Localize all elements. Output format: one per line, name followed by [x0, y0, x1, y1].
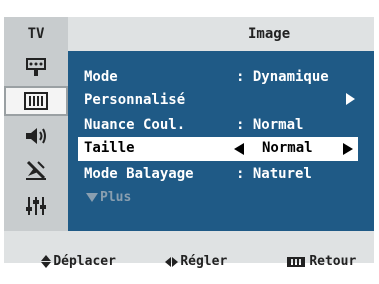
help-footer: Déplacer Régler Retour [4, 231, 374, 269]
antenna-icon [26, 160, 46, 180]
category-sidebar [4, 51, 68, 231]
input-icon [26, 58, 46, 76]
more-label: Plus [100, 190, 132, 205]
menu-item-tint[interactable]: Nuance Coul. : Normal [84, 114, 303, 136]
more-item-disabled: Plus [86, 190, 131, 205]
menu-item-custom[interactable]: Personnalisé [84, 89, 185, 111]
footer-move: Déplacer [10, 239, 116, 284]
down-arrow-icon [86, 193, 98, 202]
picture-icon [24, 92, 48, 110]
page-title: Image [248, 26, 291, 42]
menu-item-size-selected[interactable]: Taille Normal [78, 137, 358, 161]
menu-item-label: Personnalisé [84, 92, 186, 108]
footer-adjust-label: Régler [180, 254, 228, 269]
menu-item-scan-mode[interactable]: Mode Balayage : Naturel [84, 163, 312, 185]
submenu-arrow-icon [346, 93, 355, 105]
up-down-icon [41, 255, 52, 268]
sidebar-item-input[interactable] [4, 53, 68, 83]
source-text: TV [27, 26, 45, 42]
source-label: TV [4, 17, 68, 51]
sidebar-item-setup[interactable] [4, 191, 68, 221]
menu-item-value: : Dynamique [236, 69, 329, 85]
menu-header: Image [68, 17, 374, 51]
setup-icon [26, 197, 46, 215]
menu-item-label: Mode [84, 69, 118, 85]
menu-item-value: : Normal [236, 117, 304, 133]
left-right-icon [165, 256, 179, 267]
sidebar-item-channel[interactable] [4, 155, 68, 185]
menu-item-value: Normal [262, 140, 313, 156]
increase-arrow-icon[interactable] [343, 143, 353, 155]
menu-item-value: : Naturel [236, 166, 312, 182]
menu-item-label: Taille [84, 140, 135, 156]
decrease-arrow-icon[interactable] [234, 143, 244, 155]
footer-return-label: Retour [309, 254, 357, 269]
footer-return[interactable]: Retour [256, 239, 356, 284]
sidebar-item-sound[interactable] [4, 121, 68, 151]
menu-item-mode[interactable]: Mode : Dynamique [84, 66, 329, 88]
menu-item-label: Mode Balayage [84, 166, 194, 182]
sound-icon [26, 128, 46, 144]
menu-icon [287, 256, 306, 267]
sidebar-item-picture[interactable] [4, 86, 68, 116]
menu-item-label: Nuance Coul. [84, 117, 186, 133]
footer-adjust: Régler [134, 239, 227, 284]
footer-move-label: Déplacer [53, 254, 116, 269]
